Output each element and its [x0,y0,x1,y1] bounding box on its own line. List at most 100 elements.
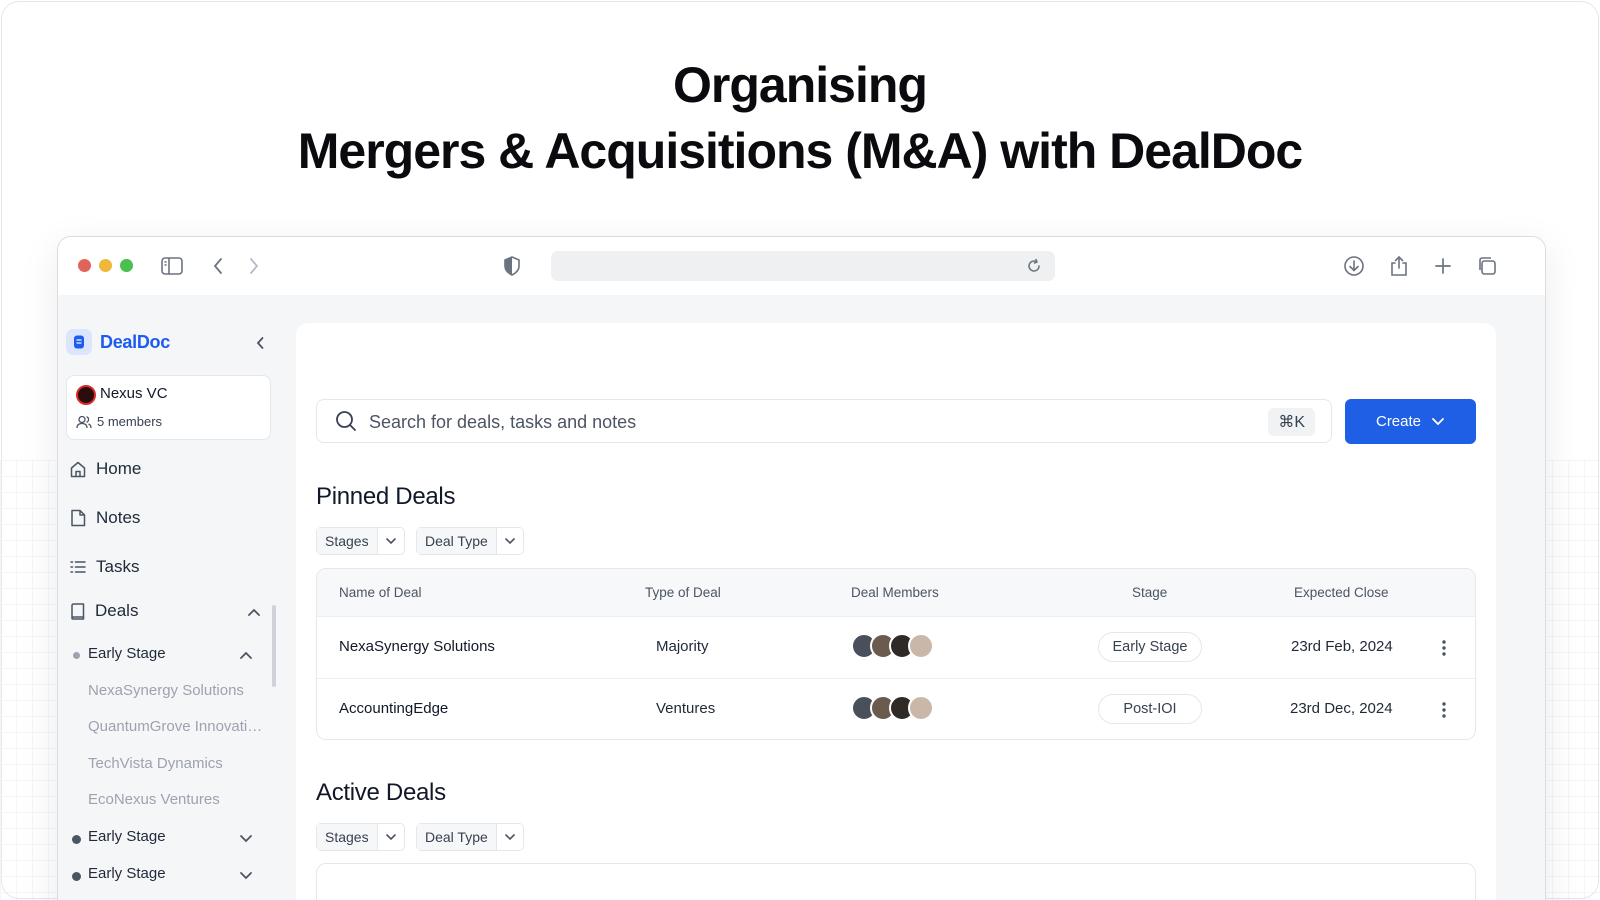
stages-filter[interactable]: Stages [316,527,405,555]
stages-filter-label: Stages [317,528,378,554]
search-icon [335,410,357,437]
expected-close: 23rd Dec, 2024 [1290,700,1393,717]
chevron-up-icon[interactable] [244,602,264,622]
create-button-label: Create [1375,413,1422,430]
chevron-down-icon[interactable] [236,865,256,885]
deal-type-filter[interactable]: Deal Type [416,823,524,851]
stages-filter-label: Stages [317,824,378,850]
chevron-down-icon [497,528,523,554]
deal-type: Majority [656,638,709,655]
sidebar-deal-link[interactable]: NexaSynergy Solutions [88,682,268,699]
note-icon [71,509,86,527]
chevron-down-icon [1432,418,1444,426]
active-deals-title: Active Deals [316,779,446,806]
chevron-up-icon[interactable] [236,645,256,665]
headline-line-2: Mergers & Acquisitions (M&A) with DealDo… [297,123,1303,179]
nav-deals[interactable]: Deals [70,601,138,621]
deal-type-filter[interactable]: Deal Type [416,527,524,555]
nav-tasks[interactable]: Tasks [70,557,139,577]
sidebar-deal-link[interactable]: QuantumGrove Innovatio... [88,718,268,735]
nav-home[interactable]: Home [70,459,141,479]
list-icon [70,561,86,573]
chevron-down-icon[interactable] [236,828,256,848]
deal-type-filter-label: Deal Type [417,528,497,554]
nav-home-label: Home [96,459,142,478]
browser-window: DealDoc Nexus VC 5 members Home Notes Ta… [57,236,1546,900]
group-bullet [73,652,80,659]
column-header: Stage [1132,585,1168,600]
column-header: Deal Members [851,585,939,600]
group-bullet [72,835,81,844]
brand[interactable]: DealDoc [66,329,170,355]
address-bar[interactable] [551,251,1055,281]
workspace-members: 5 members [76,414,162,429]
brand-name: DealDoc [100,331,170,352]
nav-deals-label: Deals [95,601,139,620]
workspace-avatar [76,385,96,405]
share-icon[interactable] [1386,253,1412,279]
book-icon [71,602,85,620]
sidebar: DealDoc Nexus VC 5 members Home Notes Ta… [58,295,298,900]
workspace-name: Nexus VC [100,385,168,402]
group-bullet [72,872,81,881]
zoom-window-button[interactable] [120,259,133,272]
stages-filter[interactable]: Stages [316,823,405,851]
search-input[interactable]: Search for deals, tasks and notes ⌘K [316,399,1332,443]
nav-notes-label: Notes [96,508,141,527]
shield-icon[interactable] [499,253,525,279]
active-deals-table [316,863,1476,900]
browser-toolbar [58,237,1545,295]
table-header: Name of Deal Type of Deal Deal Members S… [317,569,1475,617]
pinned-deals-table: Name of Deal Type of Deal Deal Members S… [316,568,1476,740]
headline: Organising Mergers & Acquisitions (M&A) … [0,52,1600,184]
deal-group-early-stage[interactable]: Early Stage [88,645,166,662]
expected-close: 23rd Feb, 2024 [1291,638,1393,655]
deal-name[interactable]: NexaSynergy Solutions [339,638,495,655]
new-tab-icon[interactable] [1430,253,1456,279]
search-placeholder: Search for deals, tasks and notes [369,412,637,432]
tabs-overview-icon[interactable] [1474,253,1500,279]
users-icon [76,415,92,428]
column-header: Name of Deal [339,585,422,600]
nav-tasks-label: Tasks [96,557,140,576]
more-options-icon[interactable] [1434,637,1454,659]
stage-badge: Early Stage [1098,632,1202,662]
back-icon[interactable] [205,253,231,279]
deal-members[interactable] [851,633,934,659]
avatar [908,695,934,721]
dealdoc-logo-icon [66,329,92,355]
stage-badge: Post-IOI [1098,694,1202,724]
workspace-member-count: 5 members [97,414,163,429]
deal-group-early-stage[interactable]: Early Stage [88,865,166,882]
nav-notes[interactable]: Notes [70,508,140,528]
column-header: Expected Close [1294,585,1389,600]
deal-members[interactable] [851,695,934,721]
sidebar-toggle-icon[interactable] [159,253,185,279]
reload-icon[interactable] [1021,253,1047,279]
sidebar-scrollbar[interactable] [272,605,276,687]
headline-line-1: Organising [673,57,928,113]
column-header: Type of Deal [645,585,721,600]
sidebar-deal-link[interactable]: TechVista Dynamics [88,755,268,772]
pinned-deals-title: Pinned Deals [316,483,456,510]
more-options-icon[interactable] [1434,699,1454,721]
deal-type: Ventures [656,700,716,717]
close-window-button[interactable] [78,259,91,272]
sidebar-deal-link[interactable]: EcoNexus Ventures [88,791,268,808]
minimize-window-button[interactable] [99,259,112,272]
forward-icon[interactable] [241,253,267,279]
chevron-down-icon [378,528,404,554]
deal-type-filter-label: Deal Type [417,824,497,850]
deal-name[interactable]: AccountingEdge [339,700,448,717]
chevron-down-icon [497,824,523,850]
download-icon[interactable] [1341,253,1367,279]
table-row[interactable]: AccountingEdge Ventures Post-IOI 23rd De… [317,678,1475,739]
table-row[interactable]: NexaSynergy Solutions Majority Early Sta… [317,617,1475,678]
deal-group-early-stage[interactable]: Early Stage [88,828,166,845]
workspace-switcher[interactable]: Nexus VC 5 members [66,375,271,440]
create-button[interactable]: Create [1345,399,1476,444]
home-icon [70,461,86,477]
chevron-down-icon [378,824,404,850]
collapse-sidebar-icon[interactable] [250,333,270,353]
main-panel: Search for deals, tasks and notes ⌘K Cre… [296,323,1496,900]
